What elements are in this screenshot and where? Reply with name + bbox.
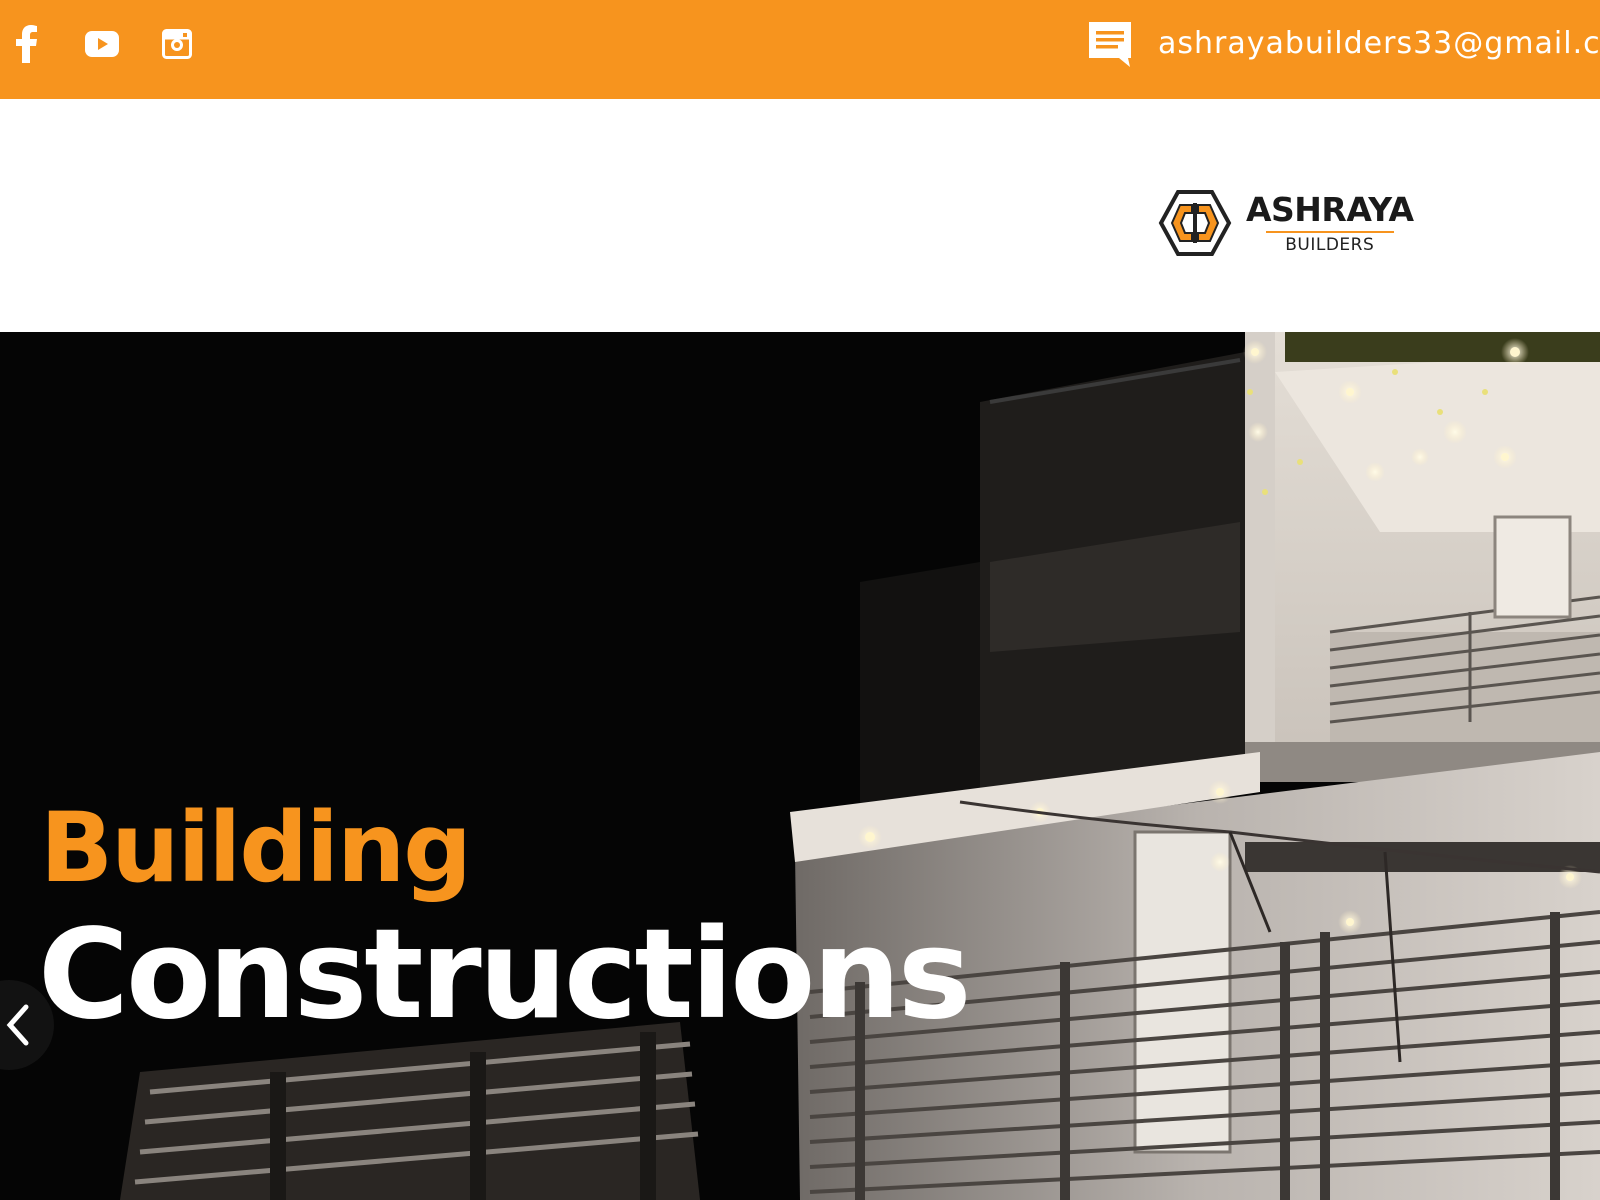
contact-email-link[interactable]: ashrayabuilders33@gmail.c [1158,26,1600,61]
youtube-icon[interactable] [84,22,120,66]
site-header: ASHRAYA BUILDERS [0,99,1600,332]
logo-text: ASHRAYA BUILDERS [1246,189,1414,255]
hero-slider: Building Constructions [0,332,1600,1200]
message-icon [1086,20,1134,68]
logo-divider [1265,230,1394,233]
instagram-icon[interactable] [160,22,194,66]
logo-mark-icon [1158,190,1232,256]
hero-heading: Building [40,792,472,904]
hero-building-image [0,332,1600,1200]
logo-title: ASHRAYA [1246,189,1414,229]
logo-subtitle: BUILDERS [1285,234,1375,255]
facebook-icon[interactable] [14,22,40,66]
logo[interactable]: ASHRAYA BUILDERS [1158,187,1418,259]
chevron-left-icon [6,1004,29,1046]
top-bar: ashrayabuilders33@gmail.c [0,0,1600,99]
hero-subheading: Constructions [38,903,972,1047]
